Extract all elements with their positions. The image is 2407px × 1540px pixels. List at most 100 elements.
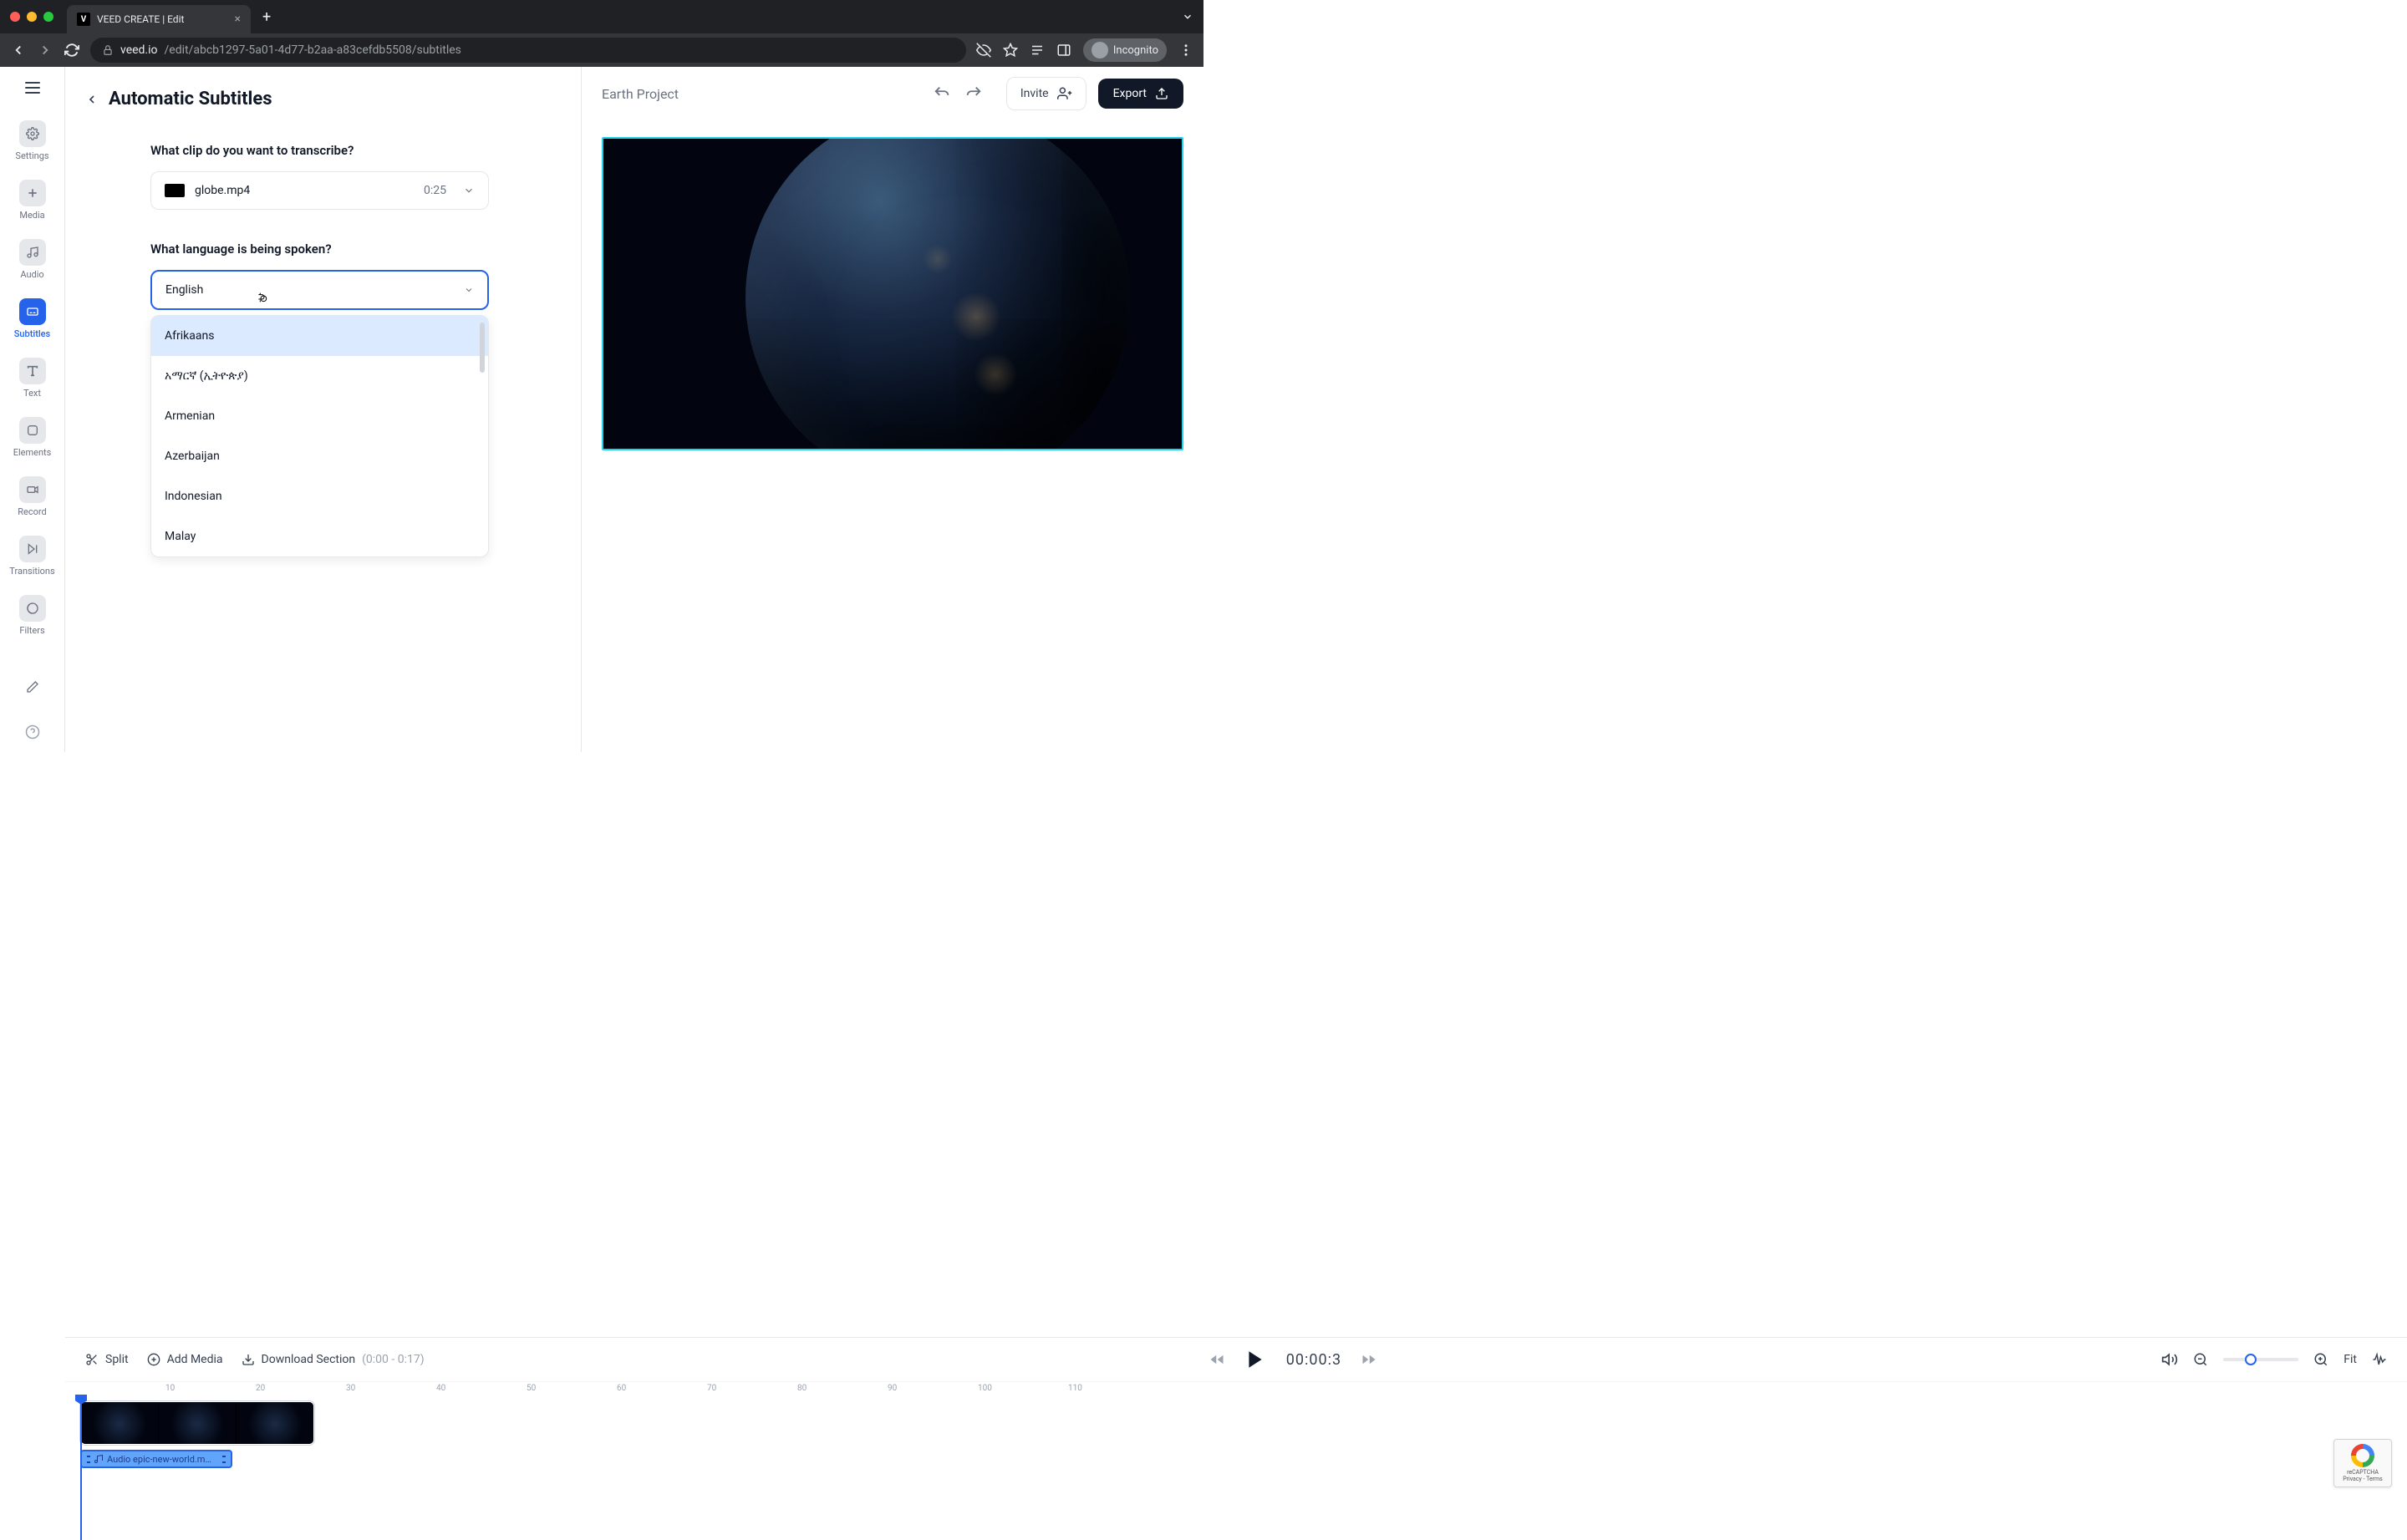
language-dropdown-list: Afrikaans አማርኛ (ኢትዮጵያ) Armenian Azerbaij… (150, 315, 489, 557)
play-button[interactable] (1244, 1349, 1266, 1370)
download-icon (242, 1353, 255, 1366)
music-note-icon (94, 1454, 104, 1464)
clip-select-dropdown[interactable]: globe.mp4 0:25 (150, 171, 489, 210)
export-button[interactable]: Export (1098, 79, 1183, 109)
zoom-slider-thumb[interactable] (2245, 1354, 2257, 1365)
panel-header: Automatic Subtitles (84, 89, 556, 109)
zoom-out-button[interactable] (2193, 1352, 2208, 1367)
back-button[interactable] (10, 43, 27, 58)
rewind-button[interactable] (1209, 1352, 1224, 1367)
sidebar-item-media[interactable]: Media (0, 173, 64, 227)
reload-button[interactable] (64, 43, 80, 58)
clip-frame-thumb (81, 1402, 158, 1445)
language-option[interactable]: Armenian (151, 396, 488, 436)
timeline-section: Split Add Media Download Section (0:00 -… (0, 1337, 2407, 1504)
address-bar: veed.io/edit/abcb1297-5a01-4d77-b2aa-a83… (0, 33, 1204, 67)
sidebar-item-settings[interactable]: Settings (0, 114, 64, 168)
waveform-button[interactable] (2372, 1352, 2387, 1367)
eye-off-icon[interactable] (976, 43, 991, 58)
invite-button[interactable]: Invite (1006, 77, 1086, 110)
back-button[interactable] (84, 91, 100, 108)
earth-graphic (746, 137, 1130, 450)
clip-handle-right[interactable] (222, 1453, 226, 1465)
minimize-window-icon[interactable] (27, 12, 37, 22)
language-option[interactable]: Indonesian (151, 476, 488, 516)
fast-forward-button[interactable] (1361, 1352, 1377, 1367)
sidebar-item-label: Text (23, 388, 41, 399)
music-note-icon (19, 239, 46, 266)
sidebar-item-elements[interactable]: Elements (0, 410, 64, 465)
sidebar-item-label: Media (19, 210, 44, 221)
panel-title: Automatic Subtitles (109, 89, 272, 109)
audio-clip[interactable]: Audio epic-new-world.m… (80, 1450, 232, 1468)
plus-circle-icon (147, 1353, 160, 1366)
fit-button[interactable]: Fit (2343, 1353, 2357, 1366)
favicon-icon: V (77, 13, 90, 26)
video-clip[interactable] (80, 1401, 314, 1445)
url-domain: veed.io (120, 43, 158, 57)
zoom-slider[interactable] (2223, 1358, 2298, 1361)
recaptcha-badge[interactable]: reCAPTCHA Privacy - Terms (2333, 1439, 2392, 1487)
volume-button[interactable] (2161, 1351, 2178, 1368)
clip-frame-thumb (159, 1402, 236, 1445)
redo-button[interactable] (964, 84, 983, 103)
tab-close-icon[interactable]: × (235, 13, 241, 26)
timeline-tracks[interactable]: Audio epic-new-world.m… (65, 1398, 2407, 1468)
sidebar-item-help[interactable] (0, 712, 64, 752)
cursor-icon (256, 290, 269, 305)
add-media-button[interactable]: Add Media (147, 1353, 223, 1366)
clip-thumbnail-icon (165, 184, 185, 197)
side-panel-icon[interactable] (1056, 43, 1071, 58)
video-preview[interactable] (602, 137, 1183, 450)
clip-handle-left[interactable] (87, 1453, 90, 1465)
chevron-down-icon (464, 285, 474, 295)
project-name-input[interactable]: Earth Project (602, 86, 921, 102)
playhead[interactable] (80, 1398, 82, 1540)
shapes-icon (19, 417, 46, 444)
clip-question-label: What clip do you want to transcribe? (150, 143, 489, 158)
browser-tab[interactable]: V VEED CREATE | Edit × (67, 5, 251, 33)
ruler-mark: 80 (797, 1384, 807, 1393)
language-select-dropdown[interactable]: English (150, 270, 489, 310)
maximize-window-icon[interactable] (43, 12, 53, 22)
language-option[interactable]: Afrikaans (151, 316, 488, 356)
undo-button[interactable] (933, 84, 951, 103)
scrollbar[interactable] (480, 323, 485, 373)
new-tab-button[interactable]: + (262, 8, 271, 26)
export-label: Export (1113, 87, 1147, 100)
ruler-mark: 30 (346, 1384, 355, 1393)
add-media-label: Add Media (167, 1353, 223, 1366)
clip-name: globe.mp4 (195, 184, 414, 197)
sidebar-item-record[interactable]: Record (0, 470, 64, 524)
sidebar-item-draw[interactable] (0, 667, 64, 707)
forward-button[interactable] (37, 43, 53, 58)
audio-clip-label: Audio epic-new-world.m… (107, 1454, 211, 1465)
zoom-in-button[interactable] (2313, 1352, 2328, 1367)
tabs-overflow-icon[interactable] (1182, 11, 1193, 23)
tab-bar: V VEED CREATE | Edit × + (0, 0, 1204, 33)
sidebar-item-subtitles[interactable]: Subtitles (0, 292, 64, 346)
sidebar-item-text[interactable]: Text (0, 351, 64, 405)
filters-icon (19, 595, 46, 622)
download-section-button[interactable]: Download Section (0:00 - 0:17) (242, 1353, 425, 1366)
incognito-badge[interactable]: Incognito (1083, 38, 1167, 62)
gear-icon (19, 120, 46, 147)
chevron-down-icon (463, 185, 475, 196)
star-icon[interactable] (1003, 43, 1018, 58)
sidebar-item-filters[interactable]: Filters (0, 588, 64, 643)
sidebar-item-label: Settings (15, 150, 48, 161)
language-option[interactable]: አማርኛ (ኢትዮጵያ) (151, 356, 488, 396)
language-option[interactable]: Azerbaijan (151, 436, 488, 476)
language-option[interactable]: Malay (151, 516, 488, 557)
menu-toggle-button[interactable] (25, 82, 40, 94)
kebab-menu-icon[interactable] (1178, 43, 1193, 58)
split-button[interactable]: Split (85, 1353, 129, 1366)
timeline-ruler[interactable]: 10 20 30 40 50 60 70 80 90 100 110 (65, 1381, 2407, 1398)
settings-panel: Automatic Subtitles What clip do you wan… (65, 67, 582, 752)
url-field[interactable]: veed.io/edit/abcb1297-5a01-4d77-b2aa-a83… (90, 38, 966, 63)
close-window-icon[interactable] (10, 12, 20, 22)
ruler-mark: 70 (707, 1384, 716, 1393)
reading-list-icon[interactable] (1030, 43, 1045, 58)
sidebar-item-audio[interactable]: Audio (0, 232, 64, 287)
sidebar-item-transitions[interactable]: Transitions (0, 529, 64, 583)
